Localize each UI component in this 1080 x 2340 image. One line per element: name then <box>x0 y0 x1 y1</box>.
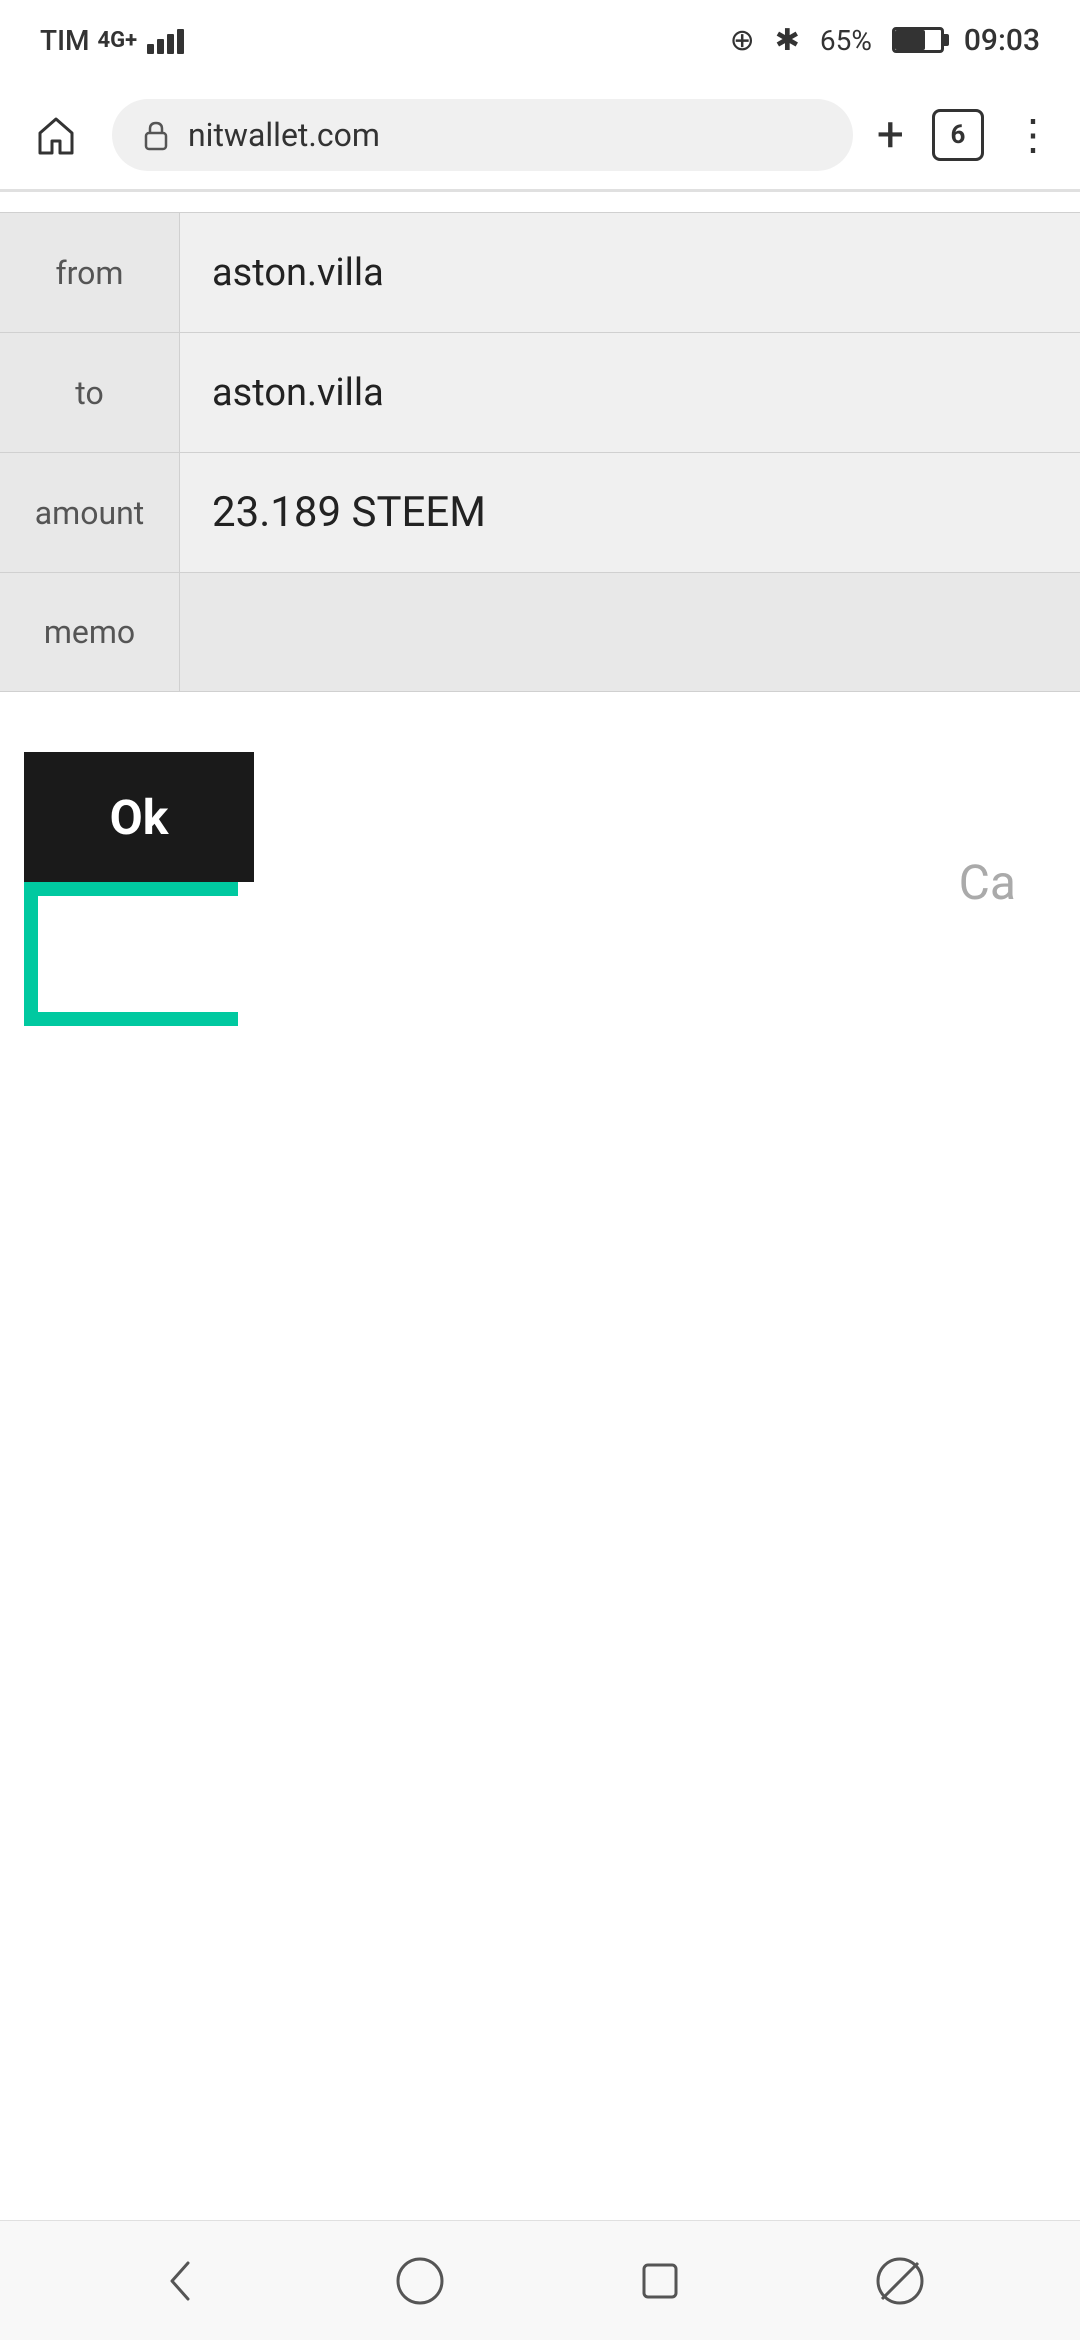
home-button[interactable] <box>24 103 88 167</box>
battery-icon <box>892 27 944 53</box>
recents-icon <box>632 2253 688 2309</box>
ok-button[interactable]: Ok <box>24 752 254 882</box>
memo-value <box>180 573 1080 691</box>
recycle-icon: ⊕ <box>730 23 755 58</box>
carrier-name: TIM <box>40 24 89 57</box>
status-right: ⊕ ✱ 65% 09:03 <box>730 23 1040 58</box>
url-text: nitwallet.com <box>188 116 825 154</box>
back-button[interactable] <box>140 2241 220 2321</box>
home-nav-icon <box>392 2253 448 2309</box>
new-tab-button[interactable]: + <box>877 111 904 159</box>
amount-row: amount 23.189 STEEM <box>0 452 1080 572</box>
accessibility-icon <box>872 2253 928 2309</box>
signal-icon <box>145 26 193 54</box>
status-bar: TIM 4G+ ⊕ ✱ 65% 09:03 <box>0 0 1080 80</box>
browser-actions: + 6 ⋮ <box>877 109 1056 161</box>
tabs-count: 6 <box>951 120 966 150</box>
to-value: aston.villa <box>180 333 1080 452</box>
buttons-row: Ok Ca <box>0 712 1080 1052</box>
amount-value: 23.189 STEEM <box>180 453 1080 572</box>
to-label: to <box>0 333 180 452</box>
carrier-info: TIM 4G+ <box>40 24 193 57</box>
more-menu-button[interactable]: ⋮ <box>1012 110 1056 160</box>
recents-button[interactable] <box>620 2241 700 2321</box>
bottom-nav <box>0 2220 1080 2340</box>
from-value: aston.villa <box>180 213 1080 332</box>
to-row: to aston.villa <box>0 332 1080 452</box>
back-icon <box>152 2253 208 2309</box>
form-container: from aston.villa to aston.villa amount 2… <box>0 192 1080 712</box>
accessibility-button[interactable] <box>860 2241 940 2321</box>
bluetooth-icon: ✱ <box>775 23 800 58</box>
cancel-button[interactable]: Ca <box>959 854 1056 911</box>
battery-percent: 65% <box>820 24 872 57</box>
lock-icon <box>140 119 172 151</box>
home-icon <box>32 111 80 159</box>
network-type: 4G+ <box>97 28 137 53</box>
url-bar[interactable]: nitwallet.com <box>112 99 853 171</box>
ok-button-shadow <box>24 882 38 1012</box>
time: 09:03 <box>964 23 1040 58</box>
browser-bar: nitwallet.com + 6 ⋮ <box>0 80 1080 190</box>
from-row: from aston.villa <box>0 212 1080 332</box>
from-label: from <box>0 213 180 332</box>
tabs-button[interactable]: 6 <box>932 109 984 161</box>
ok-button-wrapper: Ok <box>24 752 254 1012</box>
memo-row: memo <box>0 572 1080 692</box>
amount-label: amount <box>0 453 180 572</box>
memo-label: memo <box>0 573 180 691</box>
home-nav-button[interactable] <box>380 2241 460 2321</box>
ok-button-shadow-bottom <box>24 1012 238 1026</box>
